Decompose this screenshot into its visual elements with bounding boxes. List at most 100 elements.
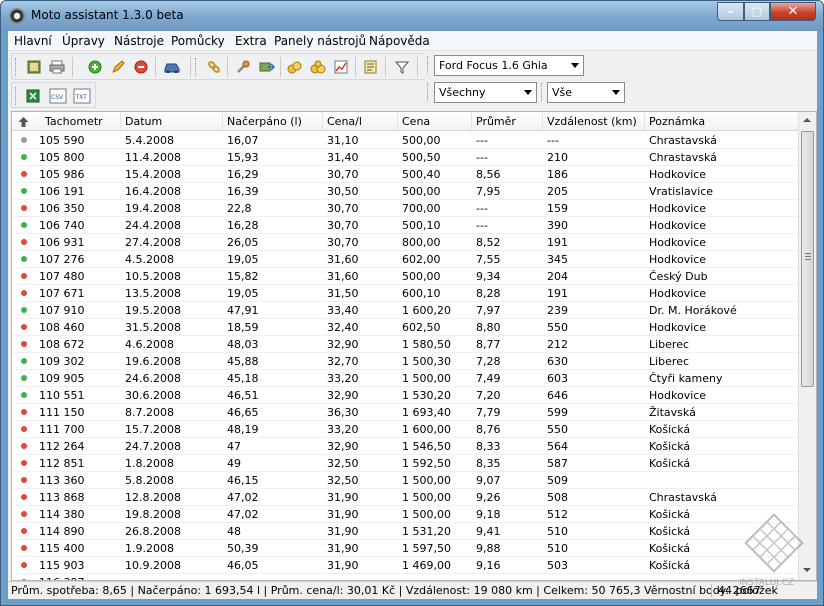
vehicle-select[interactable]: Ford Focus 1.6 Ghia (434, 55, 584, 76)
table-cell: 9,26 (476, 491, 501, 504)
chain-link-icon[interactable] (205, 58, 223, 76)
wrench-icon[interactable] (234, 58, 252, 76)
table-cell: Chrastavská (649, 134, 717, 147)
coins-icon[interactable] (309, 58, 327, 76)
table-row[interactable]: 115 903 10.9.2008 46,05 31,90 1 469,00 9,16 50… (12, 557, 798, 574)
coins-stats-icon[interactable] (286, 58, 304, 76)
table-row[interactable]: 108 672 4.6.2008 48,03 32,90 1 580,50 8,77 212… (12, 336, 798, 353)
table-row[interactable]: 115 400 1.9.2008 50,39 31,90 1 597,50 9,88 510… (12, 540, 798, 557)
minimize-button[interactable]: – (717, 2, 744, 21)
txt-export-icon[interactable]: TXT (72, 87, 92, 105)
maximize-button[interactable]: □ (744, 2, 770, 21)
table-row[interactable]: 111 150 8.7.2008 46,65 36,30 1 693,40 7,79 599… (12, 404, 798, 421)
table-cell: 9,41 (476, 525, 501, 538)
car-icon[interactable] (163, 58, 181, 76)
table-cell: 1 500,30 (402, 355, 451, 368)
table-cell: 47 (227, 440, 241, 453)
table-cell: 15,82 (227, 270, 259, 283)
table-row[interactable]: 105 590 5.4.2008 16,07 31,10 500,00 --- --- Chr… (12, 132, 798, 149)
header-label: Tachometr (45, 115, 103, 128)
excel-export-icon[interactable] (24, 87, 42, 105)
table-row[interactable]: 112 851 1.8.2008 49 32,50 1 592,50 8,35 587 Koš… (12, 455, 798, 472)
column-header-cena-l[interactable]: Cena/l (323, 112, 398, 131)
menu-pomucky[interactable]: Pomůcky (171, 34, 225, 48)
menu-hlavni[interactable]: Hlavní (14, 34, 52, 48)
status-dot-icon (21, 477, 27, 483)
table-row[interactable]: 109 905 24.6.2008 45,18 33,20 1 500,00 7,49 60… (12, 370, 798, 387)
delete-icon[interactable] (132, 58, 150, 76)
csv-export-icon[interactable]: CSV (48, 87, 68, 105)
filter-icon[interactable] (393, 58, 411, 76)
open-book-icon[interactable] (25, 58, 43, 76)
toolbar-grip[interactable] (15, 58, 18, 76)
table-cell: 1 530,20 (402, 389, 451, 402)
column-header-poznamka[interactable]: Poznámka (645, 112, 798, 131)
table-cell: 30,70 (327, 219, 359, 232)
table-row[interactable]: 106 931 27.4.2008 26,05 30,70 800,00 8,52 191 H… (12, 234, 798, 251)
table-cell: 47,02 (227, 491, 259, 504)
filter-all-select[interactable]: Všechny (434, 82, 537, 103)
table-cell: 31,60 (327, 253, 359, 266)
table-row[interactable]: 107 480 10.5.2008 15,82 31,60 500,00 9,34 204 Č… (12, 268, 798, 285)
transfer-icon[interactable] (258, 58, 276, 76)
edit-pencil-icon[interactable] (109, 58, 127, 76)
status-dot-icon (21, 511, 27, 517)
table-cell: 49 (227, 457, 241, 470)
table-row[interactable]: 116 397 (12, 574, 798, 580)
table-row[interactable]: 114 380 19.8.2008 47,02 31,90 1 500,00 9,18 51… (12, 506, 798, 523)
column-header-nacerpano[interactable]: Načerpáno (l) (223, 112, 323, 131)
add-icon[interactable] (86, 58, 104, 76)
notes-icon[interactable] (362, 58, 380, 76)
status-dot-icon (21, 188, 27, 194)
table-cell: 107 671 (39, 287, 85, 300)
table-row[interactable]: 110 551 30.6.2008 46,51 32,90 1 530,20 7,20 64… (12, 387, 798, 404)
title-bar[interactable]: Moto assistant 1.3.0 beta – □ ✕ (1, 1, 823, 31)
table-row[interactable]: 106 350 19.4.2008 22,8 30,70 700,00 --- 159 Hod… (12, 200, 798, 217)
menu-nastroje[interactable]: Nástroje (114, 34, 164, 48)
column-header-prumer[interactable]: Průměr (472, 112, 543, 131)
menu-upravy[interactable]: Úpravy (62, 34, 105, 48)
close-button[interactable]: ✕ (770, 2, 816, 21)
table-cell: 114 380 (39, 508, 85, 521)
table-cell: 1.8.2008 (125, 457, 174, 470)
table-cell: 45,88 (227, 355, 259, 368)
table-cell: 15.4.2008 (125, 168, 181, 181)
print-icon[interactable] (48, 58, 66, 76)
table-row[interactable]: 111 700 15.7.2008 48,19 33,20 1 600,00 8,76 55… (12, 421, 798, 438)
table-row[interactable]: 113 868 12.8.2008 47,02 31,90 1 500,00 9,26 50… (12, 489, 798, 506)
table-row[interactable]: 114 890 26.8.2008 48 31,90 1 531,20 9,41 510 Ko… (12, 523, 798, 540)
table-cell: 31,90 (327, 491, 359, 504)
table-row[interactable]: 108 460 31.5.2008 18,59 32,40 602,50 8,80 550 H… (12, 319, 798, 336)
table-row[interactable]: 105 800 11.4.2008 15,93 31,40 500,50 --- 210 Ch… (12, 149, 798, 166)
column-header-vzdalenost[interactable]: Vzdálenost (km) (543, 112, 645, 131)
column-header-datum[interactable]: Datum (121, 112, 223, 131)
status-dot-icon (21, 460, 27, 466)
menu-extra[interactable]: Extra (235, 34, 267, 48)
table-row[interactable]: 112 264 24.7.2008 47 32,90 1 546,50 8,33 564 Ko… (12, 438, 798, 455)
table-cell: 16.4.2008 (125, 185, 181, 198)
scroll-up-icon[interactable] (803, 118, 811, 122)
column-header-cena[interactable]: Cena (398, 112, 472, 131)
chart-icon[interactable] (332, 58, 350, 76)
table-cell: 500,00 (402, 270, 441, 283)
table-row[interactable]: 107 910 19.5.2008 47,91 33,40 1 600,20 7,97 23… (12, 302, 798, 319)
table-cell: 8,35 (476, 457, 501, 470)
window-title: Moto assistant 1.3.0 beta (31, 8, 184, 22)
table-row[interactable]: 106 740 24.4.2008 16,28 30,70 500,10 --- 390 Ho… (12, 217, 798, 234)
table-cell: 113 360 (39, 474, 85, 487)
table-row[interactable]: 113 360 5.8.2008 46,15 32,50 1 500,00 9,07 509 (12, 472, 798, 489)
table-row[interactable]: 109 302 19.6.2008 45,88 32,70 1 500,30 7,28 63… (12, 353, 798, 370)
table-cell: 15.7.2008 (125, 423, 181, 436)
table-cell: 1 500,00 (402, 508, 451, 521)
table-row[interactable]: 107 671 13.5.2008 19,05 31,50 600,10 8,28 191 H… (12, 285, 798, 302)
column-header-tachometr[interactable]: Tachometr (12, 112, 121, 131)
scroll-thumb[interactable] (801, 131, 814, 387)
menu-napoveda[interactable]: Nápověda (369, 34, 430, 48)
filter-period-select[interactable]: Vše (547, 82, 625, 103)
table-cell: 111 700 (39, 423, 85, 436)
table-row[interactable]: 107 276 4.5.2008 19,05 31,60 602,00 7,55 345 Ho… (12, 251, 798, 268)
table-row[interactable]: 106 191 16.4.2008 16,39 30,50 500,00 7,95 205 V… (12, 183, 798, 200)
table-cell: Vratislavice (649, 185, 714, 198)
menu-panely[interactable]: Panely nástrojů (274, 34, 366, 48)
table-row[interactable]: 105 986 15.4.2008 16,29 30,70 500,40 8,56 186 H… (12, 166, 798, 183)
